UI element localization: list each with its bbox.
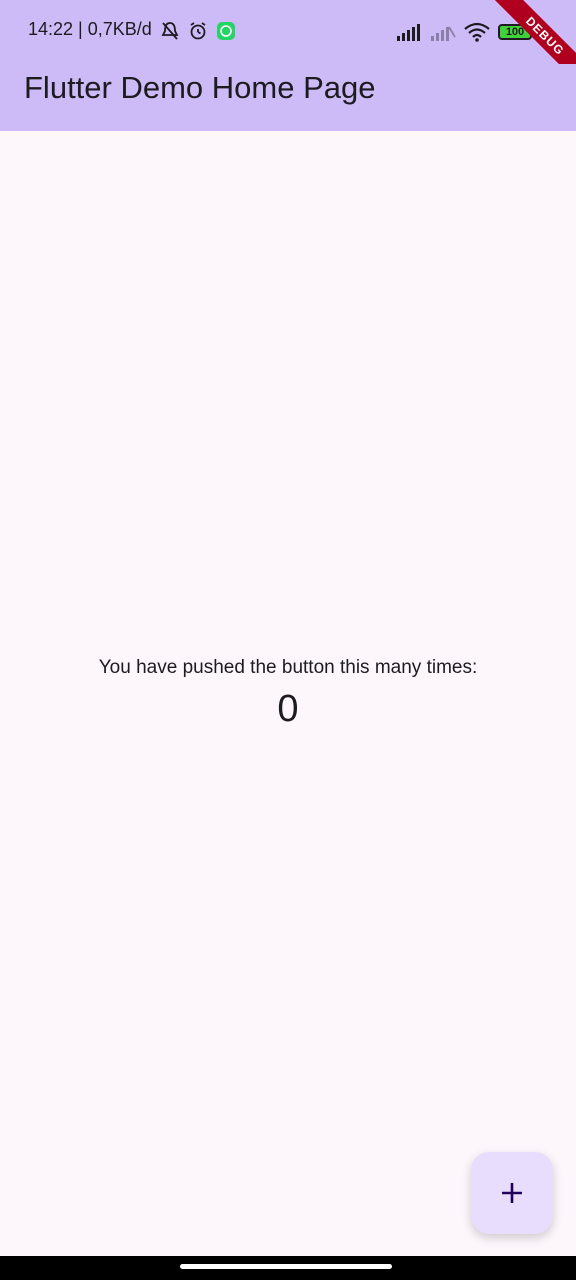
whatsapp-icon [217,22,235,40]
status-time: 14:22 | 0,7KB/d [28,19,152,39]
page-title: Flutter Demo Home Page [24,70,376,105]
status-left-icons [160,20,236,42]
status-bar: 14:22 | 0,7KB/d 100 DEBUG [0,0,576,90]
counter-label: You have pushed the button this many tim… [98,657,478,678]
bell-off-icon [161,22,179,40]
app-bar: Flutter Demo Home Page [0,64,576,131]
alarm-icon [190,22,206,40]
signal-weak-icon [431,26,456,41]
counter-value: 0 [277,688,299,730]
plus-icon [502,1183,522,1203]
battery-level: 100 [505,26,525,38]
increment-button[interactable] [471,1152,553,1234]
signal-icon [397,24,420,41]
home-gesture-handle[interactable] [180,1264,392,1269]
wifi-icon [464,22,490,42]
status-right-icons: 100 [396,20,532,44]
system-nav-bar [0,1256,576,1280]
